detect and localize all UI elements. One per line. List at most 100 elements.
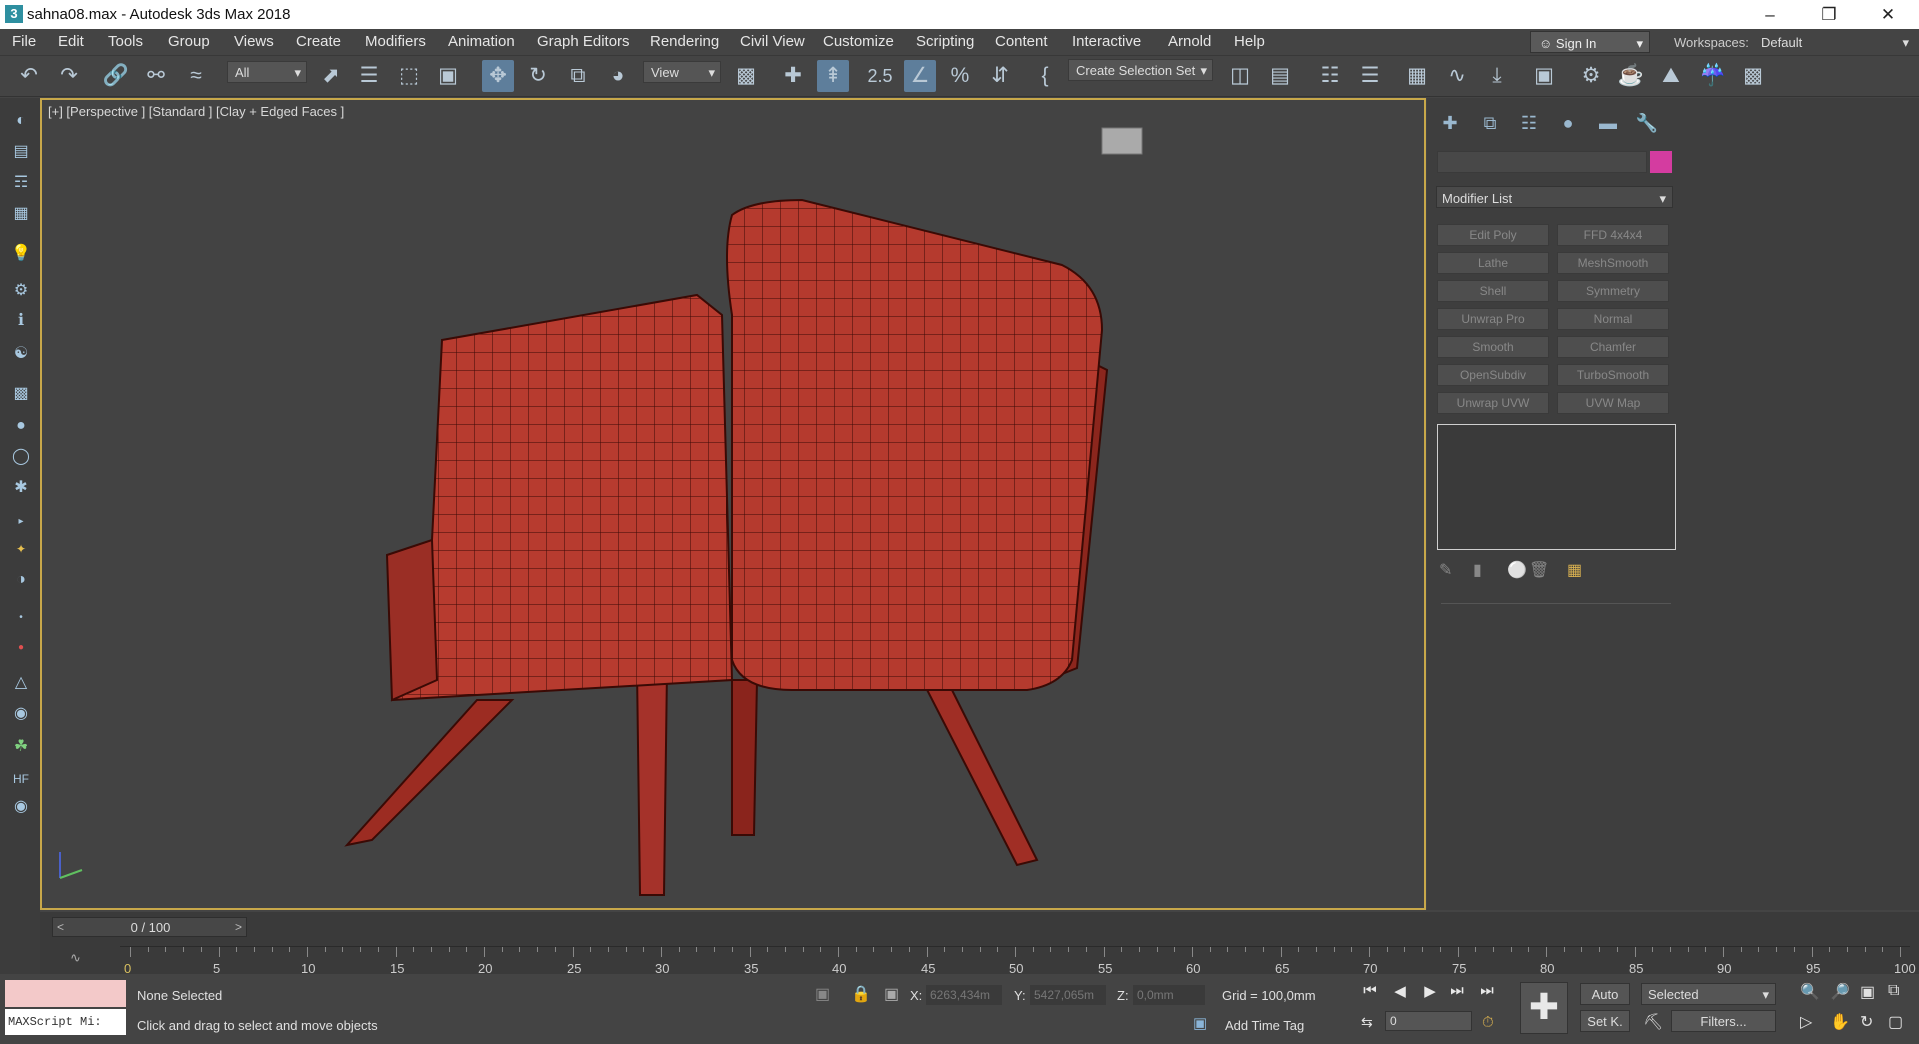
time-tag-icon[interactable]: ▣ — [1193, 1014, 1207, 1032]
menu-views[interactable]: Views — [234, 33, 274, 50]
restore-button[interactable]: ❐ — [1804, 2, 1854, 27]
globe-icon[interactable]: ◉ — [8, 701, 34, 727]
modifier-meshsmooth-button[interactable]: MeshSmooth — [1557, 252, 1669, 274]
schematic-view-icon[interactable]: ⤓ — [1481, 60, 1513, 92]
remove-modifier-icon[interactable]: 🗑 — [1529, 560, 1549, 580]
configure-modifier-sets-icon[interactable]: ▦ — [1567, 560, 1582, 580]
display-tool-icon[interactable]: ▩ — [8, 381, 34, 407]
align-icon[interactable]: ▤ — [1264, 60, 1296, 92]
menu-content[interactable]: Content — [995, 33, 1048, 50]
previous-frame-icon[interactable]: ◀ — [1389, 982, 1411, 1004]
rendered-frame-window-icon[interactable]: ☕ — [1615, 60, 1647, 92]
menu-tools[interactable]: Tools — [108, 33, 143, 50]
layer-tool-icon[interactable]: ▦ — [8, 201, 34, 227]
menu-graph-editors[interactable]: Graph Editors — [537, 33, 630, 50]
helper-tool-icon[interactable]: ℹ — [8, 308, 34, 334]
filters-button[interactable]: Filters... — [1671, 1010, 1776, 1032]
pan-view-icon[interactable]: ✋ — [1830, 1012, 1850, 1032]
rectangular-selection-icon[interactable]: ⬚ — [393, 60, 425, 92]
menu-help[interactable]: Help — [1234, 33, 1265, 50]
render-setup-icon[interactable]: ⚙ — [1575, 60, 1607, 92]
mini-curve-editor-icon[interactable]: ∿ — [70, 950, 81, 966]
play-icon[interactable]: ▶ — [1419, 982, 1441, 1004]
modifier-stack[interactable] — [1437, 424, 1676, 550]
minimize-button[interactable]: – — [1745, 2, 1795, 27]
bind-space-warp-icon[interactable]: ≈ — [180, 60, 212, 92]
key-mode-toggle-icon[interactable]: ⇆ — [1361, 1014, 1373, 1031]
modifier-smooth-button[interactable]: Smooth — [1437, 336, 1549, 358]
edit-tool-icon[interactable]: ▤ — [8, 139, 34, 165]
key-filter-select[interactable]: Selected ▾ — [1641, 983, 1776, 1005]
menu-interactive[interactable]: Interactive — [1072, 33, 1141, 50]
maximize-viewport-icon[interactable]: ▢ — [1888, 1012, 1903, 1032]
set-key-big-icon[interactable]: ✚ — [1520, 982, 1568, 1034]
angle-snap-icon[interactable]: 2.5 — [864, 60, 896, 92]
pin-stack-icon[interactable]: ✎ — [1439, 560, 1452, 580]
x-coord-field[interactable]: 6263,434m — [926, 985, 1002, 1005]
snail-icon[interactable]: ◉ — [8, 794, 34, 820]
modifier-turbosmooth-button[interactable]: TurboSmooth — [1557, 364, 1669, 386]
select-and-rotate-icon[interactable]: ↻ — [522, 60, 554, 92]
utilities-tab-icon[interactable]: 🔧 — [1632, 108, 1662, 138]
orbit-icon[interactable]: ↻ — [1860, 1012, 1873, 1032]
mirror-icon[interactable]: ◫ — [1224, 60, 1256, 92]
menu-scripting[interactable]: Scripting — [916, 33, 974, 50]
go-to-start-icon[interactable]: ⏮ — [1359, 982, 1381, 1004]
modifier-list-select[interactable]: Modifier List ▾ — [1436, 186, 1673, 208]
selection-filter-select[interactable]: All ▾ — [227, 61, 307, 83]
absolute-mode-icon[interactable]: ▣ — [884, 984, 899, 1004]
close-button[interactable]: ✕ — [1863, 2, 1913, 27]
selection-lock-icon[interactable]: 🔒 — [851, 984, 871, 1004]
hair-fur-icon[interactable]: HF — [8, 766, 34, 792]
make-unique-icon[interactable]: ⚪ — [1507, 560, 1527, 580]
add-time-tag[interactable]: Add Time Tag — [1225, 1018, 1304, 1033]
arrow-tool-icon[interactable]: ▸ — [8, 509, 34, 535]
menu-arnold[interactable]: Arnold — [1168, 33, 1211, 50]
auto-key-button[interactable]: Auto — [1580, 983, 1630, 1005]
zoom-extents-all-icon[interactable]: ⧉ — [1888, 982, 1899, 1000]
z-coord-field[interactable]: 0,0mm — [1133, 985, 1205, 1005]
foliage-icon[interactable]: ☘ — [8, 734, 34, 760]
hierarchy-tool-icon[interactable]: ☶ — [8, 170, 34, 196]
key-mode-icon[interactable]: ⛏ — [1643, 1012, 1663, 1032]
sphere-icon[interactable]: ● — [8, 413, 34, 439]
edit-named-selection-icon[interactable]: { — [1029, 60, 1061, 92]
camera-tool-icon[interactable]: ⚙ — [8, 278, 34, 304]
pivot-center-icon[interactable]: ▩ — [730, 60, 762, 92]
placement-icon[interactable]: ◕ — [602, 60, 634, 92]
zoom-extents-icon[interactable]: ▣ — [1860, 982, 1875, 1002]
modifier-uvw-map-button[interactable]: UVW Map — [1557, 392, 1669, 414]
current-frame-field[interactable]: 0 — [1385, 1011, 1472, 1031]
compass-icon[interactable]: △ — [8, 670, 34, 696]
object-name-field[interactable] — [1437, 151, 1647, 173]
create-tab-icon[interactable]: ✚ — [1435, 108, 1465, 138]
menu-modifiers[interactable]: Modifiers — [365, 33, 426, 50]
point-icon[interactable]: • — [8, 605, 34, 631]
modifier-normal-button[interactable]: Normal — [1557, 308, 1669, 330]
snaps-toggle-icon[interactable]: ⇞ — [817, 60, 849, 92]
sign-in-button[interactable]: ☺ Sign In ▾ — [1530, 31, 1650, 53]
maxscript-listener-output[interactable] — [5, 980, 126, 1007]
isolate-selection-icon[interactable]: ▣ — [815, 984, 830, 1004]
system-tool-icon[interactable]: ☯ — [8, 341, 34, 367]
modifier-edit-poly-button[interactable]: Edit Poly — [1437, 224, 1549, 246]
go-to-end-icon[interactable]: ⏭ — [1476, 982, 1498, 1004]
select-and-scale-icon[interactable]: ⧉ — [562, 60, 594, 92]
menu-group[interactable]: Group — [168, 33, 210, 50]
window-crossing-icon[interactable]: ▣ — [432, 60, 464, 92]
angle-snap-toggle-icon[interactable]: ∠ — [904, 60, 936, 92]
time-slider[interactable]: < 0 / 100 > — [52, 917, 247, 937]
menu-file[interactable]: File — [12, 33, 36, 50]
material-editor-icon[interactable]: ▣ — [1528, 60, 1560, 92]
zoom-all-icon[interactable]: 🔎 — [1830, 982, 1850, 1002]
hierarchy-tab-icon[interactable]: ☷ — [1514, 108, 1544, 138]
menu-civil-view[interactable]: Civil View — [740, 33, 805, 50]
toggle-scene-explorer-icon[interactable]: ☷ — [1314, 60, 1346, 92]
menu-create[interactable]: Create — [296, 33, 341, 50]
red-point-icon[interactable]: ● — [8, 635, 34, 661]
workspace-select[interactable]: Default ▾ — [1755, 31, 1915, 53]
select-and-move-icon[interactable]: ✥ — [482, 60, 514, 92]
zoom-icon[interactable]: 🔍 — [1800, 982, 1820, 1002]
y-coord-field[interactable]: 5427,065m — [1030, 985, 1106, 1005]
field-of-view-icon[interactable]: ▷ — [1800, 1012, 1812, 1032]
